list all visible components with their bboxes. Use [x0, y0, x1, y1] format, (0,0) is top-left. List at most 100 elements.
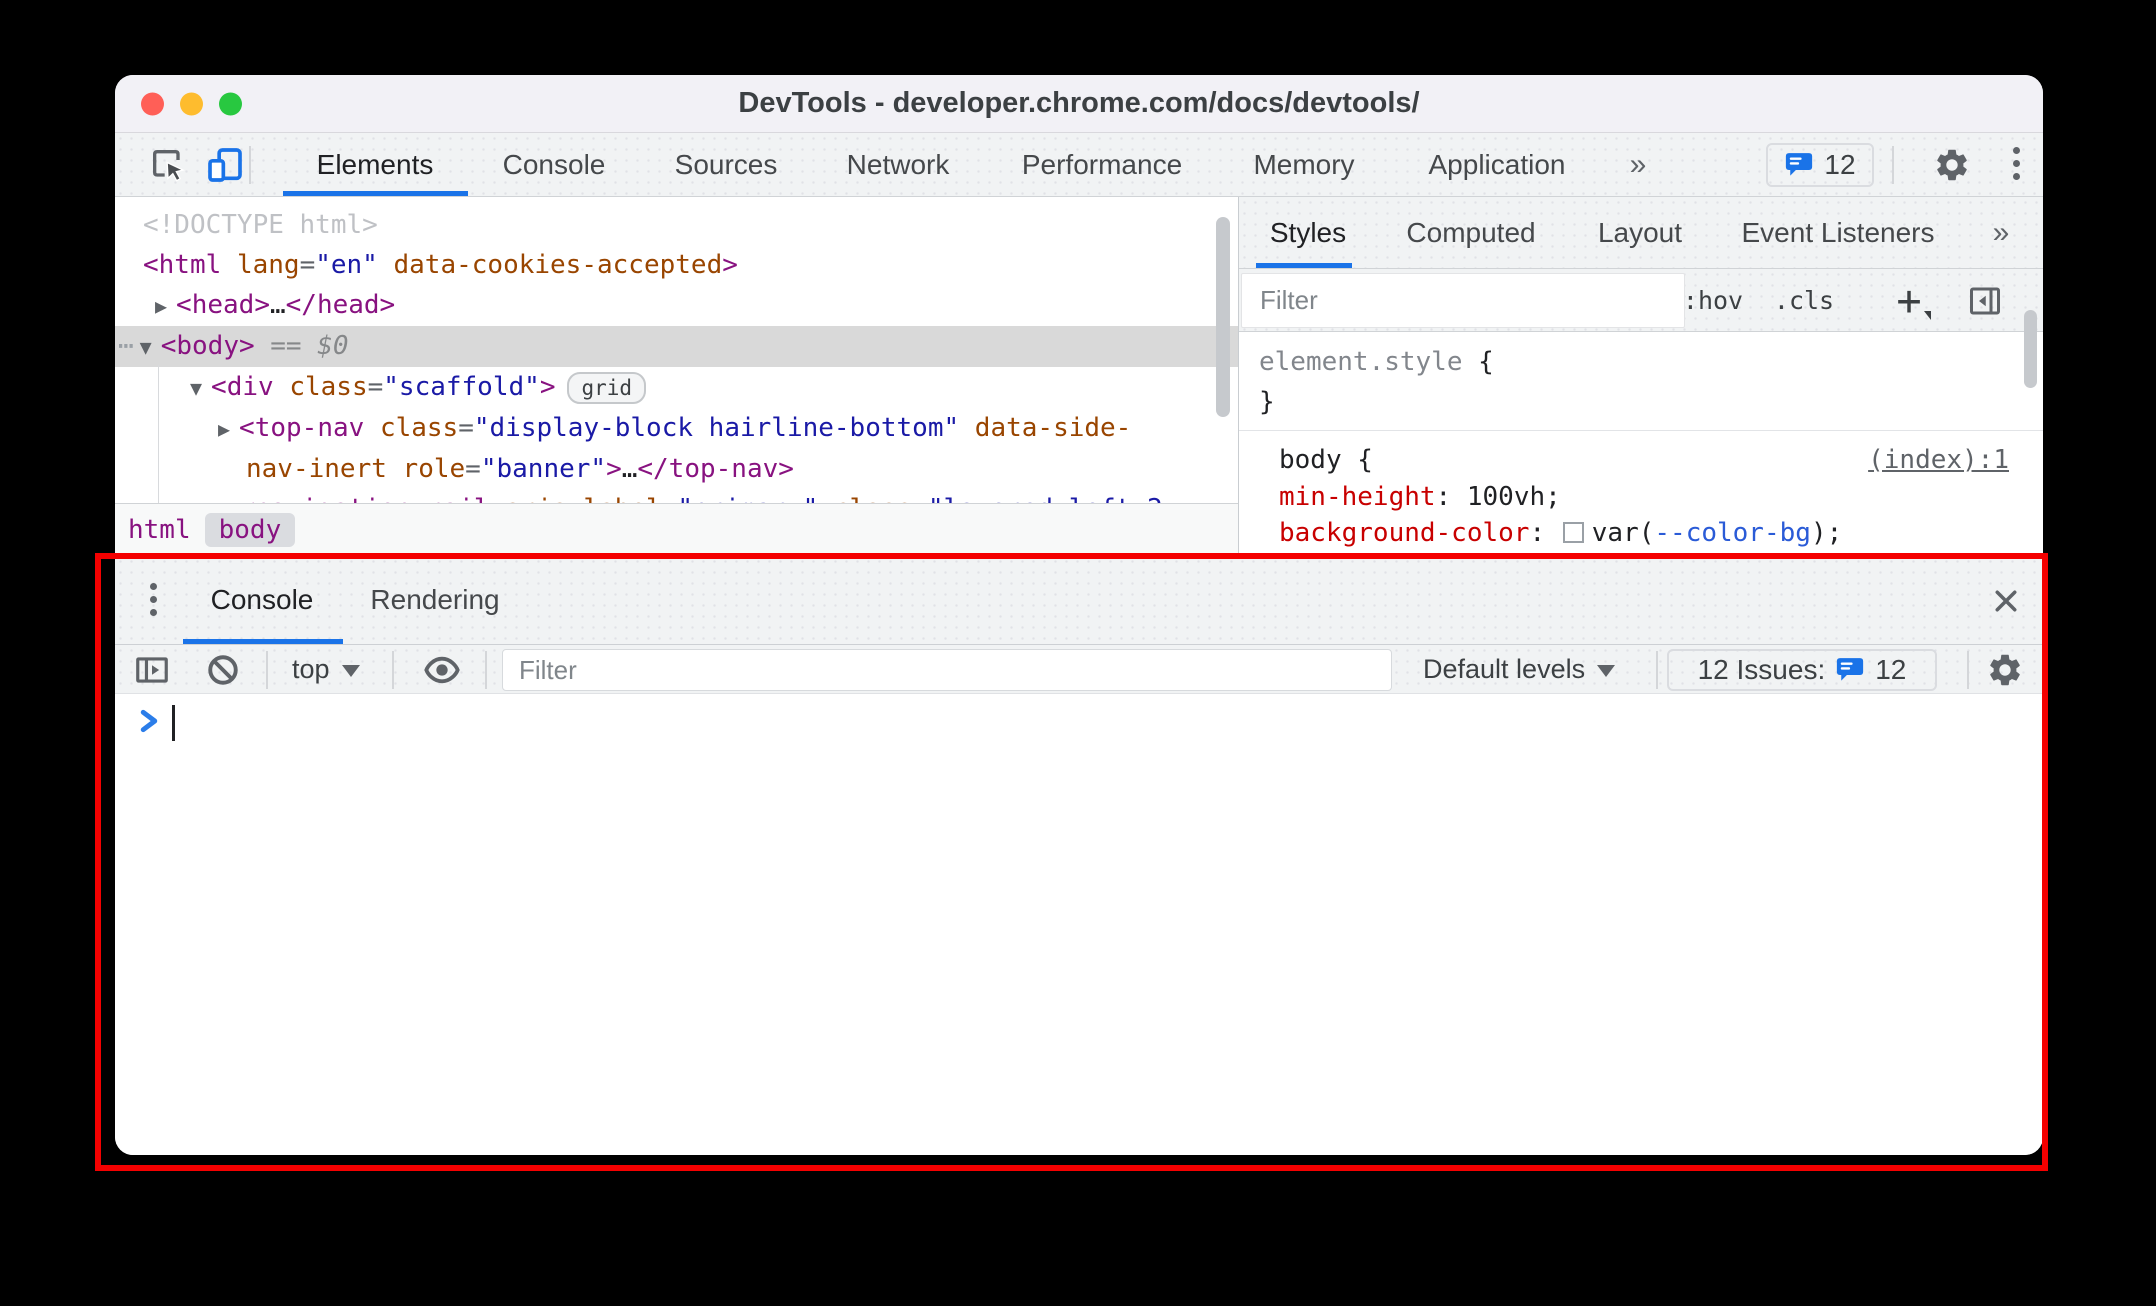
- tab-performance[interactable]: Performance: [1022, 133, 1182, 196]
- pseudo-state-button[interactable]: :hov: [1683, 269, 1743, 331]
- log-levels-dropdown[interactable]: Default levels: [1423, 645, 1616, 693]
- more-tabs-icon[interactable]: »: [1630, 133, 1647, 196]
- context-selector-dropdown[interactable]: top: [292, 645, 360, 693]
- stylesheet-source-link[interactable]: (index):1: [1868, 441, 2009, 479]
- tk-meta-i: $0: [317, 331, 349, 361]
- tab-console[interactable]: Console: [503, 133, 606, 196]
- selected-tab-underline: [183, 639, 343, 644]
- tk-tag: </top-nav>: [637, 454, 794, 484]
- console-prompt-input[interactable]: [159, 696, 2023, 756]
- tk-attr: nav-inert: [246, 454, 387, 484]
- tab-network[interactable]: Network: [847, 133, 950, 196]
- tk-gray: <!DOCTYPE html>: [143, 210, 378, 240]
- tk-tag: <head: [176, 290, 255, 320]
- more-options-icon[interactable]: [2013, 147, 2020, 180]
- tk-tag: <html: [143, 250, 222, 280]
- tk-plain: [364, 413, 380, 443]
- code-line[interactable]: ▶ <head>…</head>: [115, 285, 1238, 326]
- code-line[interactable]: <html lang="en" data-cookies-accepted>: [115, 245, 1238, 285]
- new-style-rule-button[interactable]: +: [1896, 269, 1921, 331]
- breadcrumb-html[interactable]: html: [128, 515, 191, 545]
- tab-application[interactable]: Application: [1429, 133, 1566, 196]
- tk-dark: :: [1529, 518, 1561, 548]
- computed-sidebar-toggle-icon[interactable]: [1965, 281, 2005, 321]
- element-style-rule: element.style {}: [1239, 332, 2043, 430]
- tk-val: "banner": [480, 454, 607, 484]
- tk-val: "scaffold": [383, 372, 540, 402]
- tk-grayp: element.style: [1259, 347, 1463, 377]
- tk-arr: ▼: [190, 376, 203, 400]
- drawer-menu-icon[interactable]: [150, 583, 157, 616]
- code-line[interactable]: ⋯ ▼ <body> == $0: [115, 326, 1238, 367]
- settings-gear-icon[interactable]: [1931, 144, 1973, 186]
- minimize-window-button[interactable]: [180, 92, 203, 115]
- tk-swl: [1562, 522, 1584, 543]
- tk-plain: [959, 413, 975, 443]
- styles-scrollbar[interactable]: [2024, 310, 2037, 388]
- code-line[interactable]: min-height: 100vh;: [1239, 479, 2043, 515]
- code-line[interactable]: ▶ <top-nav class="display-block hairline-…: [115, 408, 1238, 449]
- tk-tag: >: [606, 454, 622, 484]
- zoom-window-button[interactable]: [219, 92, 242, 115]
- window-titlebar: DevTools - developer.chrome.com/docs/dev…: [115, 75, 2043, 133]
- more-styles-tabs-icon[interactable]: »: [1993, 197, 2010, 268]
- issues-count-button[interactable]: 12: [1766, 143, 1874, 187]
- tk-attr: data-side-: [974, 413, 1132, 443]
- toolbar-separator: [266, 651, 268, 689]
- clear-console-icon[interactable]: [203, 650, 243, 690]
- tk-dark: …: [621, 454, 638, 484]
- tk-attr: class: [379, 413, 459, 443]
- tk-tag: >: [539, 372, 556, 402]
- code-line[interactable]: element.style {: [1259, 342, 2043, 382]
- tk-attr: lang: [236, 250, 300, 280]
- tk-dark: }: [1259, 387, 1275, 417]
- console-settings-gear-icon[interactable]: [1984, 649, 2026, 691]
- tk-tag: <div: [211, 372, 274, 402]
- dropdown-caret-icon: [341, 665, 360, 677]
- drawer-tab-console[interactable]: Console: [211, 556, 314, 644]
- tk-dark: …: [269, 290, 286, 320]
- code-line[interactable]: }: [1259, 382, 2043, 422]
- tk-arr: ▶: [155, 294, 168, 318]
- tk-plain: [274, 372, 290, 402]
- toolbar-separator: [1892, 146, 1894, 184]
- inspect-element-icon[interactable]: [148, 144, 188, 186]
- tab-layout[interactable]: Layout: [1598, 197, 1682, 268]
- tab-elements[interactable]: Elements: [317, 133, 434, 196]
- close-drawer-icon[interactable]: [1987, 582, 2025, 620]
- console-issues-button[interactable]: 12 Issues: 12: [1667, 649, 1937, 691]
- drawer-tabbar: Console Rendering: [115, 556, 2043, 645]
- tk-dots: ⋯: [118, 331, 134, 361]
- tab-memory[interactable]: Memory: [1253, 133, 1354, 196]
- tab-event-listeners[interactable]: Event Listeners: [1742, 197, 1935, 268]
- tk-dark: ;: [1545, 482, 1561, 512]
- tk-tag: </head>: [285, 290, 396, 320]
- selected-tab-underline: [1256, 263, 1352, 268]
- styles-tabbar: Styles Computed Layout Event Listeners »: [1239, 197, 2043, 269]
- code-line[interactable]: background-color: var(--color-bg);: [1239, 515, 2043, 551]
- tk-val: "display-block hairline-bottom": [473, 413, 960, 443]
- tab-computed[interactable]: Computed: [1406, 197, 1535, 268]
- tab-styles[interactable]: Styles: [1270, 197, 1346, 268]
- css-declarations: min-height: 100vh; background-color: var(…: [1239, 479, 2043, 556]
- device-toolbar-icon[interactable]: [205, 144, 245, 186]
- styles-filter-input[interactable]: [1241, 273, 1685, 328]
- window-title: DevTools - developer.chrome.com/docs/dev…: [738, 87, 1420, 119]
- element-class-button[interactable]: .cls: [1774, 269, 1834, 331]
- breadcrumb-body[interactable]: body: [204, 513, 296, 547]
- code-line[interactable]: <!DOCTYPE html>: [115, 205, 1238, 245]
- close-window-button[interactable]: [141, 92, 164, 115]
- elements-scrollbar[interactable]: [1216, 217, 1230, 417]
- tk-tag: <top-nav: [239, 413, 365, 443]
- console-sidebar-toggle-icon[interactable]: [131, 649, 173, 691]
- dropdown-caret-icon: [1597, 665, 1616, 677]
- code-line[interactable]: nav-inert role="banner">…</top-nav>: [115, 449, 1238, 489]
- live-expression-eye-icon[interactable]: [420, 649, 464, 691]
- tab-sources[interactable]: Sources: [675, 133, 778, 196]
- drawer-tab-rendering[interactable]: Rendering: [370, 556, 499, 644]
- traffic-lights: [141, 92, 242, 115]
- tk-attr: class: [289, 372, 368, 402]
- styles-filter-row: :hov .cls +: [1239, 269, 2043, 332]
- code-line[interactable]: ▼ <div class="scaffold"> grid: [115, 367, 1238, 408]
- console-filter-input[interactable]: [502, 649, 1392, 691]
